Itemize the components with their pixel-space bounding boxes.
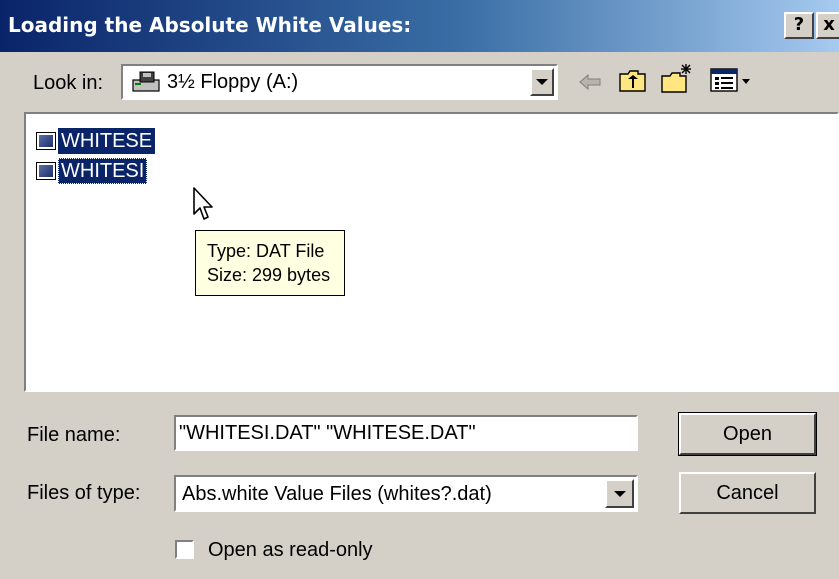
read-only-checkbox[interactable] bbox=[175, 540, 194, 559]
file-type-label: Files of type: bbox=[27, 482, 141, 504]
read-only-label[interactable]: Open as read-only bbox=[208, 539, 373, 562]
look-in-value: 3½ Floppy (A:) bbox=[167, 71, 299, 93]
help-button[interactable]: ? bbox=[784, 12, 814, 39]
file-name-whitese: WHITESE bbox=[58, 128, 156, 154]
file-name-value: "WHITESI.DAT" "WHITESE.DAT" bbox=[179, 422, 476, 444]
file-type-combo[interactable]: Abs.white Value Files (whites?.dat) bbox=[174, 475, 638, 512]
file-name-label: File name: bbox=[27, 424, 121, 446]
look-in-dropdown-button[interactable] bbox=[530, 68, 554, 96]
tooltip-type: Type: DAT File bbox=[207, 241, 325, 261]
dat-file-icon bbox=[36, 162, 56, 180]
cancel-button-label: Cancel bbox=[716, 482, 779, 504]
file-name-whitesi: WHITESI bbox=[58, 158, 148, 184]
floppy-drive-icon bbox=[132, 71, 160, 92]
mouse-cursor-icon bbox=[193, 187, 213, 220]
file-type-dropdown-button[interactable] bbox=[605, 479, 634, 508]
view-menu-icon[interactable] bbox=[709, 66, 757, 94]
dat-file-icon bbox=[36, 132, 56, 150]
title-bar[interactable]: Loading the Absolute White Values: ? x bbox=[0, 0, 839, 52]
file-list[interactable]: WHITESE WHITESI bbox=[24, 112, 839, 392]
open-button-label: Open bbox=[723, 423, 772, 445]
cancel-button[interactable]: Cancel bbox=[679, 472, 816, 514]
look-in-combo[interactable]: 3½ Floppy (A:) bbox=[121, 64, 558, 100]
new-folder-icon[interactable] bbox=[660, 63, 694, 95]
look-in-label: Look in: bbox=[33, 72, 104, 94]
back-arrow-icon[interactable] bbox=[578, 72, 604, 92]
up-folder-icon[interactable] bbox=[618, 68, 648, 94]
close-button[interactable]: x bbox=[816, 12, 839, 39]
file-type-value: Abs.white Value Files (whites?.dat) bbox=[182, 483, 492, 505]
open-button[interactable]: Open bbox=[678, 412, 817, 456]
tooltip-size: Size: 299 bytes bbox=[207, 265, 331, 285]
dialog-title: Loading the Absolute White Values: bbox=[8, 13, 412, 37]
file-name-input[interactable]: "WHITESI.DAT" "WHITESE.DAT" bbox=[174, 415, 638, 451]
file-tooltip: Type: DAT File Size: 299 bytes bbox=[195, 230, 345, 296]
